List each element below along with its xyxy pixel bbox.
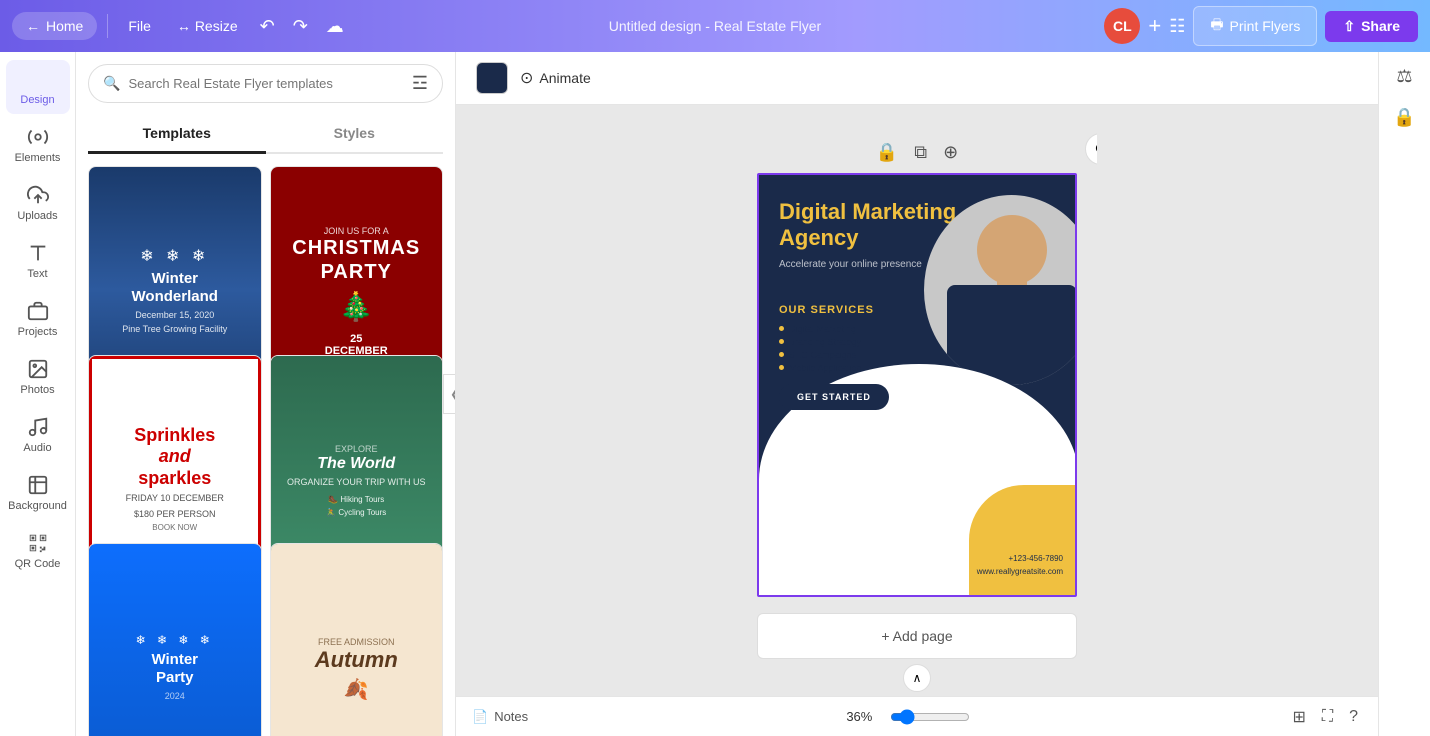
home-label: Home (46, 18, 83, 34)
animate-icon: ⊙ (520, 68, 533, 88)
flyer-services: OUR SERVICES Digital Marketing Branding … (759, 288, 1077, 426)
flyer-cta-button[interactable]: GET STARTED (779, 384, 889, 410)
zoom-controls: 36% (846, 709, 970, 725)
user-avatar[interactable]: CL (1104, 8, 1140, 44)
sidebar-uploads-label: Uploads (17, 210, 57, 222)
zoom-slider[interactable] (890, 709, 970, 725)
add-icon[interactable]: ⊕ (943, 142, 958, 163)
print-icon: 🖶 (1210, 14, 1223, 38)
sidebar-item-design[interactable]: Design (6, 60, 70, 114)
resize-button[interactable]: ↔ Resize (167, 12, 248, 40)
bottom-bar: 📄 Notes 36% ⊞ ⛶ ? (456, 696, 1378, 736)
grid-view-button[interactable]: ⊞ (1288, 703, 1309, 731)
analytics-button[interactable]: ☷ (1169, 16, 1185, 37)
template-winter-party[interactable]: ❄ ❄ ❄ ❄ WinterParty 2024 (88, 543, 262, 736)
header-separator (107, 14, 108, 38)
sidebar-item-photos[interactable]: Photos (6, 350, 70, 404)
fullscreen-button[interactable]: ⛶ (1318, 703, 1337, 731)
sidebar-design-label: Design (20, 94, 54, 106)
animate-button[interactable]: ⊙ Animate (520, 68, 591, 88)
tab-styles[interactable]: Styles (266, 115, 444, 154)
chevron-up-icon: ∧ (913, 671, 922, 685)
left-panel: 🔍 ☲ Templates Styles ❄ ❄ ❄ WinterWonderl… (76, 52, 456, 736)
bottom-right-buttons: ⊞ ⛶ ? (1288, 703, 1362, 731)
canvas-area: ⊙ Animate 🔒 ⧉ ⊕ ↺ Digital (456, 52, 1378, 736)
collapse-pages-button[interactable]: ∧ (903, 664, 931, 692)
sidebar-elements-label: Elements (15, 152, 61, 164)
share-button[interactable]: ⇧ Share (1325, 11, 1418, 42)
sidebar-item-elements[interactable]: Elements (6, 118, 70, 172)
duplicate-icon[interactable]: ⧉ (914, 142, 927, 163)
notes-button[interactable]: 📄 Notes (472, 709, 528, 725)
redo-button[interactable]: ↷ (287, 10, 314, 43)
sidebar-background-label: Background (8, 500, 67, 512)
color-swatch[interactable] (476, 62, 508, 94)
service-item-4: Mobile Application (779, 363, 1059, 373)
search-icon: 🔍 (103, 75, 120, 92)
document-title: Untitled design - Real Estate Flyer (609, 18, 821, 34)
panel-collapse-handle[interactable]: ❮ (443, 374, 456, 414)
rotate-button[interactable]: ↺ (1085, 133, 1097, 165)
canvas-toolbar: ⊙ Animate (456, 52, 1378, 105)
search-bar: 🔍 ☲ (88, 64, 443, 103)
sidebar-item-projects[interactable]: Projects (6, 292, 70, 346)
sidebar-text-label: Text (27, 268, 47, 280)
service-item-2: Branding Strategy (779, 337, 1059, 347)
service-item-1: Digital Marketing (779, 324, 1059, 334)
main-layout: Design Elements Uploads Text Projects Ph… (0, 52, 1430, 736)
lock-icon[interactable]: 🔒 (876, 142, 898, 163)
add-page-button[interactable]: + Add page (757, 613, 1077, 659)
canvas-wrapper: ↺ Digital Marketing Agency Accelerate yo… (757, 173, 1077, 597)
undo-button[interactable]: ↶ (254, 10, 281, 43)
tab-templates[interactable]: Templates (88, 115, 266, 154)
print-flyers-button[interactable]: 🖶 Print Flyers (1193, 6, 1317, 46)
canvas-top-actions: 🔒 ⧉ ⊕ (876, 142, 958, 163)
flyer-canvas[interactable]: Digital Marketing Agency Accelerate your… (757, 173, 1077, 597)
templates-grid: ❄ ❄ ❄ WinterWonderland December 15, 2020… (76, 154, 455, 736)
right-magic-button[interactable]: ⚖ (1390, 60, 1418, 93)
flyer-phone: +123-456-7890 (977, 553, 1063, 566)
sidebar-photos-label: Photos (20, 384, 54, 396)
add-collaborator-button[interactable]: + (1148, 13, 1161, 39)
sidebar-item-text[interactable]: Text (6, 234, 70, 288)
template-tabs: Templates Styles (88, 115, 443, 154)
sidebar-projects-label: Projects (18, 326, 58, 338)
sidebar-qrcode-label: QR Code (15, 558, 61, 570)
flyer-website: www.reallygreatsite.com (977, 566, 1063, 579)
sidebar-item-audio[interactable]: Audio (6, 408, 70, 462)
header-right: CL + ☷ 🖶 Print Flyers ⇧ Share (1104, 6, 1418, 46)
canvas-container[interactable]: 🔒 ⧉ ⊕ ↺ Digital Marketing Agency (737, 105, 1097, 696)
home-button[interactable]: ← Home (12, 12, 97, 40)
sidebar-item-uploads[interactable]: Uploads (6, 176, 70, 230)
right-sidebar: ⚖ 🔒 (1378, 52, 1430, 736)
services-title: OUR SERVICES (779, 304, 1059, 316)
sidebar-item-background[interactable]: Background (6, 466, 70, 520)
file-button[interactable]: File (118, 12, 161, 40)
header-left: ← Home File ↔ Resize ↶ ↷ ☁ (12, 10, 350, 43)
header: ← Home File ↔ Resize ↶ ↷ ☁ Untitled desi… (0, 0, 1430, 52)
flyer-contact: +123-456-7890 www.reallygreatsite.com (977, 553, 1063, 579)
notes-icon: 📄 (472, 709, 488, 725)
resize-icon: ↔ (177, 18, 191, 34)
home-icon: ← (26, 18, 40, 34)
sidebar-icons: Design Elements Uploads Text Projects Ph… (0, 52, 76, 736)
search-input[interactable] (128, 76, 403, 91)
service-item-3: SEO Campaigns (779, 350, 1059, 360)
flyer-card: Digital Marketing Agency Accelerate your… (759, 175, 1077, 595)
right-lock-button[interactable]: 🔒 (1387, 101, 1421, 134)
sidebar-item-qrcode[interactable]: QR Code (6, 524, 70, 578)
share-icon: ⇧ (1343, 18, 1355, 35)
template-autumn[interactable]: FREE ADMISSION Autumn 🍂 (270, 543, 444, 736)
help-button[interactable]: ? (1345, 703, 1362, 731)
filter-button[interactable]: ☲ (412, 73, 428, 94)
sidebar-audio-label: Audio (23, 442, 51, 454)
save-cloud-button[interactable]: ☁ (320, 10, 350, 43)
zoom-level: 36% (846, 709, 882, 724)
